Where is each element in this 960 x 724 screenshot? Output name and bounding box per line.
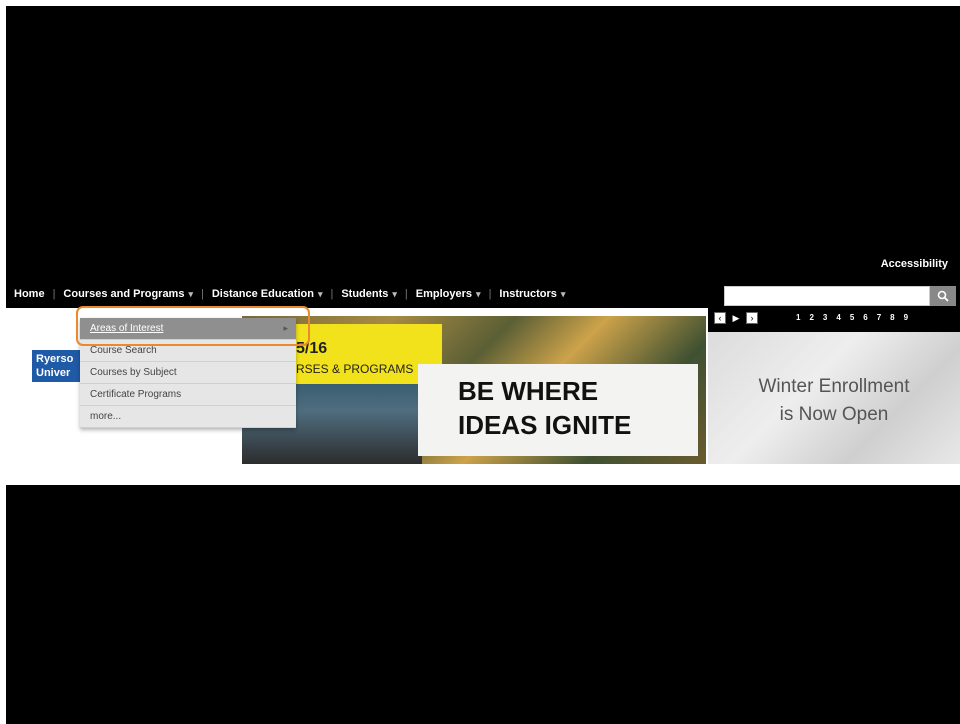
pager-page[interactable]: 4 bbox=[836, 313, 840, 322]
play-icon[interactable]: ▶ bbox=[730, 312, 742, 324]
pager-page[interactable]: 3 bbox=[823, 313, 827, 322]
chevron-down-icon: ▾ bbox=[392, 288, 397, 299]
dropdown-item-label: more... bbox=[90, 411, 122, 422]
chevron-down-icon: ▾ bbox=[560, 288, 566, 299]
nav-home[interactable]: Home bbox=[6, 288, 53, 300]
pager-page[interactable]: 9 bbox=[904, 313, 908, 322]
nav-courses-and-programs[interactable]: Courses and Programs ▾ bbox=[55, 288, 201, 300]
winter-line1: Winter Enrollment bbox=[758, 376, 910, 397]
accessibility-link[interactable]: Accessibility bbox=[881, 258, 948, 270]
chevron-left-icon[interactable]: ‹ bbox=[714, 312, 726, 324]
nav-instructors-label: Instructors bbox=[499, 288, 557, 300]
nav-home-label: Home bbox=[14, 288, 45, 300]
pager-page[interactable]: 5 bbox=[850, 313, 854, 322]
nav-distance-education[interactable]: Distance Education ▾ bbox=[204, 288, 331, 300]
pager-page[interactable]: 6 bbox=[863, 313, 867, 322]
dropdown-item-label: Courses by Subject bbox=[90, 367, 177, 378]
highlight-annotation bbox=[76, 306, 310, 346]
dropdown-item-certificate-programs[interactable]: Certificate Programs bbox=[80, 384, 296, 406]
slider-controls: ‹ ▶ › bbox=[714, 312, 758, 324]
hero-banner[interactable]: 5/16 RSES & PROGRAMS BE WHERE IDEAS IGNI… bbox=[242, 316, 706, 464]
dropdown-item-label: Course Search bbox=[90, 345, 157, 356]
video-frame: Accessibility Home | Courses and Program… bbox=[6, 6, 960, 724]
dropdown-item-label: Certificate Programs bbox=[90, 389, 182, 400]
website-screenshot: Accessibility Home | Courses and Program… bbox=[6, 250, 960, 485]
pager-page[interactable]: 7 bbox=[877, 313, 881, 322]
chevron-down-icon: ▾ bbox=[317, 288, 323, 299]
slogan-line1: BE WHERE bbox=[458, 376, 599, 406]
search-button[interactable] bbox=[930, 286, 956, 306]
nav-employers[interactable]: Employers ▾ bbox=[408, 288, 489, 300]
nav-courses-label: Courses and Programs bbox=[63, 288, 185, 300]
search-bar bbox=[724, 286, 956, 306]
nav-students[interactable]: Students ▾ bbox=[333, 288, 405, 300]
nav-students-label: Students bbox=[341, 288, 389, 300]
winter-enrollment-banner[interactable]: Winter Enrollment is Now Open bbox=[708, 332, 960, 464]
search-input[interactable] bbox=[724, 286, 931, 306]
promo-subtitle: RSES & PROGRAMS bbox=[296, 362, 414, 376]
search-icon bbox=[937, 290, 949, 302]
nav-distance-label: Distance Education bbox=[211, 288, 314, 300]
chevron-down-icon: ▾ bbox=[476, 288, 481, 299]
slogan-line2: IDEAS IGNITE bbox=[458, 410, 632, 440]
pager-page[interactable]: 1 bbox=[796, 313, 800, 322]
winter-line2: is Now Open bbox=[779, 404, 889, 425]
chevron-right-icon[interactable]: › bbox=[746, 312, 758, 324]
dropdown-item-courses-by-subject[interactable]: Courses by Subject bbox=[80, 362, 296, 384]
nav-instructors[interactable]: Instructors ▾ bbox=[491, 288, 573, 300]
letterbox-top bbox=[6, 6, 960, 250]
chevron-down-icon: ▾ bbox=[188, 288, 193, 299]
dropdown-item-more[interactable]: more... bbox=[80, 406, 296, 428]
pager-page[interactable]: 8 bbox=[890, 313, 894, 322]
nav-employers-label: Employers bbox=[415, 288, 473, 300]
slider-pager: 1 2 3 4 5 6 7 8 9 bbox=[796, 313, 908, 322]
pager-page[interactable]: 2 bbox=[809, 313, 813, 322]
slogan-box: BE WHERE IDEAS IGNITE bbox=[418, 364, 698, 456]
